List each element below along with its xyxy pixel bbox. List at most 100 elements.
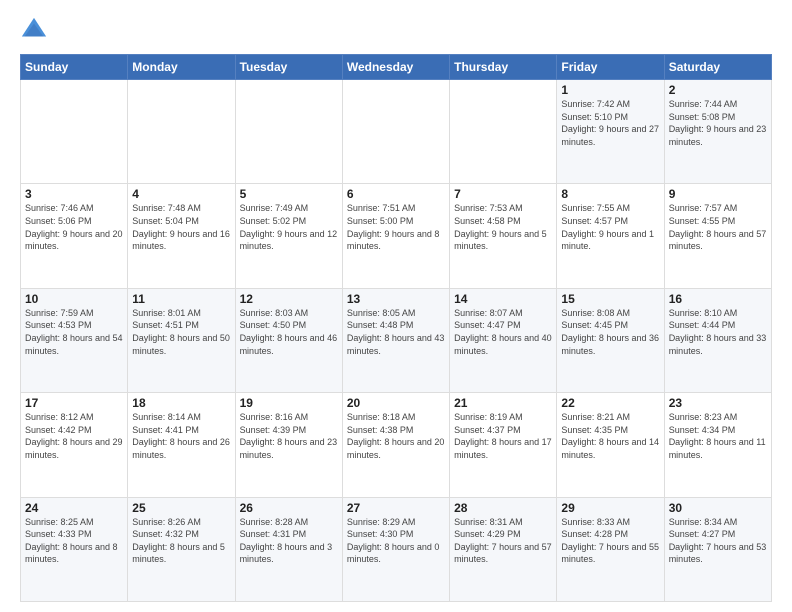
day-info: Sunrise: 7:59 AMSunset: 4:53 PMDaylight:… [25, 307, 123, 357]
calendar-cell: 19Sunrise: 8:16 AMSunset: 4:39 PMDayligh… [235, 393, 342, 497]
calendar-cell [450, 80, 557, 184]
day-number: 3 [25, 187, 123, 201]
calendar-cell: 5Sunrise: 7:49 AMSunset: 5:02 PMDaylight… [235, 184, 342, 288]
calendar-cell: 11Sunrise: 8:01 AMSunset: 4:51 PMDayligh… [128, 288, 235, 392]
calendar-cell: 10Sunrise: 7:59 AMSunset: 4:53 PMDayligh… [21, 288, 128, 392]
day-number: 21 [454, 396, 552, 410]
day-number: 4 [132, 187, 230, 201]
day-number: 5 [240, 187, 338, 201]
day-header-wednesday: Wednesday [342, 55, 449, 80]
calendar-week-4: 17Sunrise: 8:12 AMSunset: 4:42 PMDayligh… [21, 393, 772, 497]
day-info: Sunrise: 8:21 AMSunset: 4:35 PMDaylight:… [561, 411, 659, 461]
logo-icon [20, 16, 48, 44]
day-number: 12 [240, 292, 338, 306]
day-header-monday: Monday [128, 55, 235, 80]
day-info: Sunrise: 7:57 AMSunset: 4:55 PMDaylight:… [669, 202, 767, 252]
calendar-cell: 20Sunrise: 8:18 AMSunset: 4:38 PMDayligh… [342, 393, 449, 497]
calendar-cell: 25Sunrise: 8:26 AMSunset: 4:32 PMDayligh… [128, 497, 235, 601]
calendar-cell: 24Sunrise: 8:25 AMSunset: 4:33 PMDayligh… [21, 497, 128, 601]
day-number: 17 [25, 396, 123, 410]
day-number: 6 [347, 187, 445, 201]
day-number: 13 [347, 292, 445, 306]
calendar-cell: 29Sunrise: 8:33 AMSunset: 4:28 PMDayligh… [557, 497, 664, 601]
day-info: Sunrise: 8:07 AMSunset: 4:47 PMDaylight:… [454, 307, 552, 357]
calendar-week-2: 3Sunrise: 7:46 AMSunset: 5:06 PMDaylight… [21, 184, 772, 288]
day-info: Sunrise: 8:01 AMSunset: 4:51 PMDaylight:… [132, 307, 230, 357]
day-header-tuesday: Tuesday [235, 55, 342, 80]
calendar-cell: 8Sunrise: 7:55 AMSunset: 4:57 PMDaylight… [557, 184, 664, 288]
calendar-cell: 18Sunrise: 8:14 AMSunset: 4:41 PMDayligh… [128, 393, 235, 497]
calendar-cell: 13Sunrise: 8:05 AMSunset: 4:48 PMDayligh… [342, 288, 449, 392]
day-info: Sunrise: 8:29 AMSunset: 4:30 PMDaylight:… [347, 516, 445, 566]
calendar-cell: 15Sunrise: 8:08 AMSunset: 4:45 PMDayligh… [557, 288, 664, 392]
calendar-cell: 22Sunrise: 8:21 AMSunset: 4:35 PMDayligh… [557, 393, 664, 497]
day-info: Sunrise: 8:12 AMSunset: 4:42 PMDaylight:… [25, 411, 123, 461]
day-info: Sunrise: 8:05 AMSunset: 4:48 PMDaylight:… [347, 307, 445, 357]
day-number: 20 [347, 396, 445, 410]
day-info: Sunrise: 7:51 AMSunset: 5:00 PMDaylight:… [347, 202, 445, 252]
day-number: 10 [25, 292, 123, 306]
calendar-week-5: 24Sunrise: 8:25 AMSunset: 4:33 PMDayligh… [21, 497, 772, 601]
day-info: Sunrise: 8:16 AMSunset: 4:39 PMDaylight:… [240, 411, 338, 461]
day-info: Sunrise: 8:34 AMSunset: 4:27 PMDaylight:… [669, 516, 767, 566]
page: SundayMondayTuesdayWednesdayThursdayFrid… [0, 0, 792, 612]
calendar-cell [235, 80, 342, 184]
day-info: Sunrise: 8:31 AMSunset: 4:29 PMDaylight:… [454, 516, 552, 566]
day-info: Sunrise: 7:49 AMSunset: 5:02 PMDaylight:… [240, 202, 338, 252]
day-number: 22 [561, 396, 659, 410]
day-number: 30 [669, 501, 767, 515]
day-info: Sunrise: 8:33 AMSunset: 4:28 PMDaylight:… [561, 516, 659, 566]
day-info: Sunrise: 7:42 AMSunset: 5:10 PMDaylight:… [561, 98, 659, 148]
calendar-cell: 28Sunrise: 8:31 AMSunset: 4:29 PMDayligh… [450, 497, 557, 601]
day-info: Sunrise: 8:23 AMSunset: 4:34 PMDaylight:… [669, 411, 767, 461]
calendar-week-3: 10Sunrise: 7:59 AMSunset: 4:53 PMDayligh… [21, 288, 772, 392]
day-header-saturday: Saturday [664, 55, 771, 80]
day-info: Sunrise: 8:25 AMSunset: 4:33 PMDaylight:… [25, 516, 123, 566]
calendar-week-1: 1Sunrise: 7:42 AMSunset: 5:10 PMDaylight… [21, 80, 772, 184]
day-number: 24 [25, 501, 123, 515]
day-info: Sunrise: 8:26 AMSunset: 4:32 PMDaylight:… [132, 516, 230, 566]
day-number: 28 [454, 501, 552, 515]
day-number: 8 [561, 187, 659, 201]
calendar-cell: 21Sunrise: 8:19 AMSunset: 4:37 PMDayligh… [450, 393, 557, 497]
day-info: Sunrise: 8:18 AMSunset: 4:38 PMDaylight:… [347, 411, 445, 461]
calendar-cell [21, 80, 128, 184]
calendar-cell: 4Sunrise: 7:48 AMSunset: 5:04 PMDaylight… [128, 184, 235, 288]
day-info: Sunrise: 7:46 AMSunset: 5:06 PMDaylight:… [25, 202, 123, 252]
calendar-cell: 26Sunrise: 8:28 AMSunset: 4:31 PMDayligh… [235, 497, 342, 601]
day-header-sunday: Sunday [21, 55, 128, 80]
day-number: 19 [240, 396, 338, 410]
day-number: 11 [132, 292, 230, 306]
calendar-cell: 1Sunrise: 7:42 AMSunset: 5:10 PMDaylight… [557, 80, 664, 184]
calendar-table: SundayMondayTuesdayWednesdayThursdayFrid… [20, 54, 772, 602]
day-number: 25 [132, 501, 230, 515]
day-info: Sunrise: 7:53 AMSunset: 4:58 PMDaylight:… [454, 202, 552, 252]
day-number: 14 [454, 292, 552, 306]
logo [20, 16, 52, 44]
calendar-cell: 23Sunrise: 8:23 AMSunset: 4:34 PMDayligh… [664, 393, 771, 497]
calendar-cell: 30Sunrise: 8:34 AMSunset: 4:27 PMDayligh… [664, 497, 771, 601]
calendar-cell: 27Sunrise: 8:29 AMSunset: 4:30 PMDayligh… [342, 497, 449, 601]
calendar-cell [342, 80, 449, 184]
day-info: Sunrise: 8:03 AMSunset: 4:50 PMDaylight:… [240, 307, 338, 357]
day-header-thursday: Thursday [450, 55, 557, 80]
day-number: 18 [132, 396, 230, 410]
day-number: 23 [669, 396, 767, 410]
day-number: 9 [669, 187, 767, 201]
calendar-cell: 17Sunrise: 8:12 AMSunset: 4:42 PMDayligh… [21, 393, 128, 497]
calendar-cell: 6Sunrise: 7:51 AMSunset: 5:00 PMDaylight… [342, 184, 449, 288]
calendar-cell: 9Sunrise: 7:57 AMSunset: 4:55 PMDaylight… [664, 184, 771, 288]
day-number: 15 [561, 292, 659, 306]
day-number: 16 [669, 292, 767, 306]
header [20, 16, 772, 44]
calendar-header-row: SundayMondayTuesdayWednesdayThursdayFrid… [21, 55, 772, 80]
calendar-cell: 2Sunrise: 7:44 AMSunset: 5:08 PMDaylight… [664, 80, 771, 184]
calendar-cell: 16Sunrise: 8:10 AMSunset: 4:44 PMDayligh… [664, 288, 771, 392]
day-info: Sunrise: 7:55 AMSunset: 4:57 PMDaylight:… [561, 202, 659, 252]
day-number: 2 [669, 83, 767, 97]
day-number: 26 [240, 501, 338, 515]
day-info: Sunrise: 7:48 AMSunset: 5:04 PMDaylight:… [132, 202, 230, 252]
day-header-friday: Friday [557, 55, 664, 80]
day-info: Sunrise: 8:14 AMSunset: 4:41 PMDaylight:… [132, 411, 230, 461]
day-info: Sunrise: 7:44 AMSunset: 5:08 PMDaylight:… [669, 98, 767, 148]
